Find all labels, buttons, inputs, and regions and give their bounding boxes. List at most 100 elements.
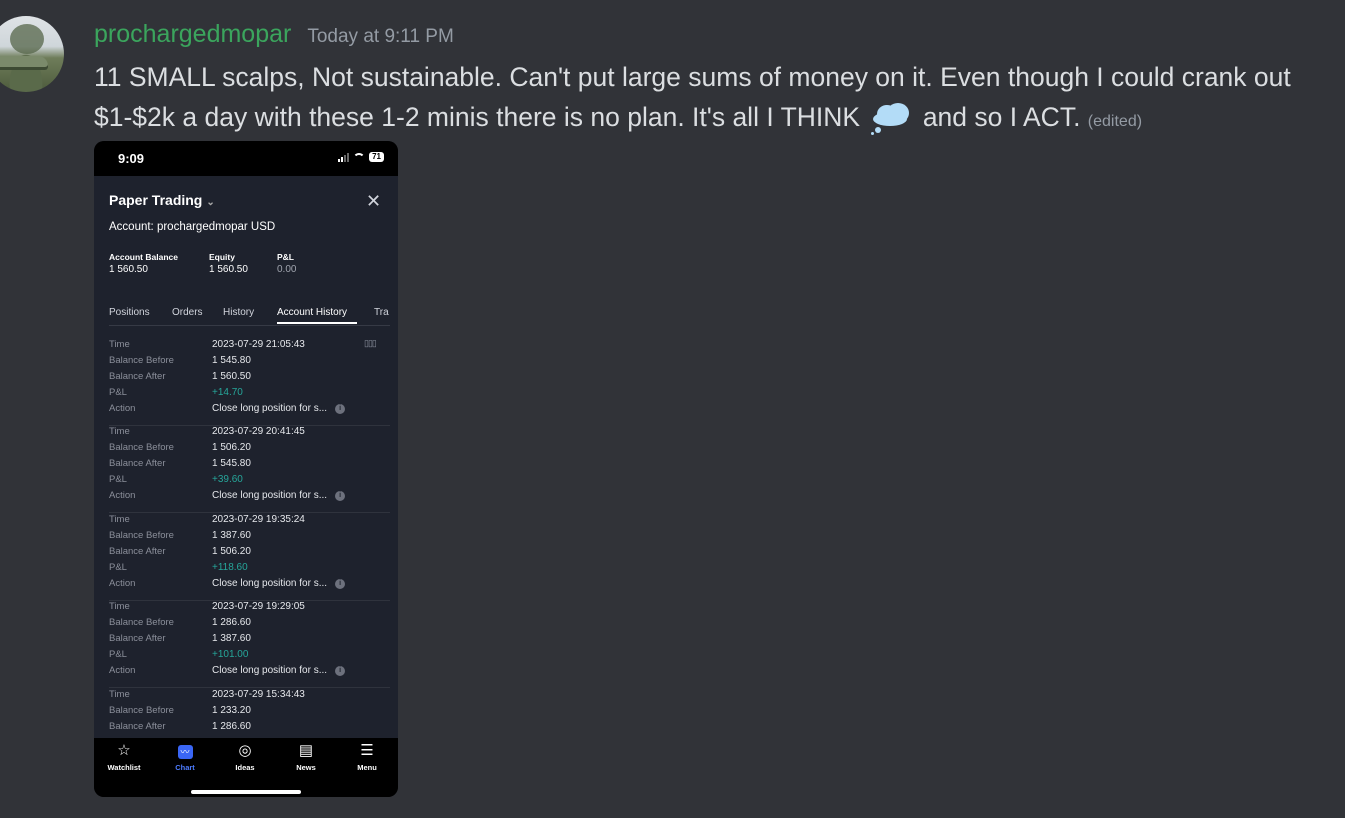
action-label: Action	[109, 403, 136, 414]
record-action: Close long position for s...	[212, 578, 328, 589]
record-time: 2023-07-29 19:29:05	[212, 601, 305, 612]
history-record: Time 2023-07-29 21:05:43 Balance Before 1 …	[109, 339, 390, 426]
time-label: Time	[109, 426, 130, 437]
record-action: Close long position for s...	[212, 665, 328, 676]
battery-icon: 71	[369, 152, 384, 162]
nav-ideas[interactable]: ◎ Ideas	[220, 742, 270, 772]
pnl-label: P&L	[109, 562, 127, 573]
message-header: prochargedmopar Today at 9:11 PM	[94, 20, 454, 52]
star-icon: ☆	[117, 742, 131, 759]
stat-equity: Equity 1 560.50	[209, 252, 248, 275]
timestamp[interactable]: Today at 9:11 PM	[307, 26, 453, 48]
tab-positions[interactable]: Positions	[109, 307, 150, 318]
info-icon[interactable]: i	[335, 666, 346, 676]
action-label: Action	[109, 578, 136, 589]
active-tab-indicator	[277, 322, 357, 324]
avatar[interactable]	[0, 16, 64, 92]
record-time: 2023-07-29 19:35:24	[212, 514, 305, 525]
nav-watchlist[interactable]: ☆ Watchlist	[99, 742, 149, 772]
signal-icon	[338, 152, 350, 162]
status-time: 9:09	[118, 151, 145, 166]
paper-trading-panel: Paper Trading ⌄ ✕ Account: prochargedmopa…	[94, 176, 398, 738]
nav-news[interactable]: ▤ News	[281, 742, 331, 772]
pnl-label: P&L	[109, 474, 127, 485]
nav-label: Ideas	[235, 763, 255, 772]
username[interactable]: prochargedmopar	[94, 20, 291, 49]
chart-icon: 〰	[177, 745, 193, 759]
record-action: Close long position for s...	[212, 403, 328, 414]
time-label: Time	[109, 339, 130, 350]
record-balance-before: 1 233.20	[212, 705, 251, 716]
edited-label: (edited)	[1087, 113, 1143, 130]
panel-title[interactable]: Paper Trading ⌄	[109, 192, 215, 208]
time-label: Time	[109, 601, 130, 612]
account-label: Account: prochargedmopar USD	[109, 221, 276, 233]
nav-chart[interactable]: 〰 Chart	[160, 742, 210, 772]
stat-value: 0.00	[277, 264, 297, 275]
info-icon[interactable]: i	[335, 404, 346, 414]
wifi-icon	[353, 152, 366, 162]
record-divider	[109, 512, 390, 513]
history-record: Time 2023-07-29 20:41:45 Balance Before 1 …	[109, 426, 390, 513]
record-balance-before: 1 506.20	[212, 442, 251, 453]
news-icon: ▤	[298, 742, 314, 759]
chevron-down-icon: ⌄	[206, 197, 215, 208]
tab-history[interactable]: History	[223, 307, 254, 318]
stat-label: Equity	[209, 252, 235, 262]
record-balance-after: 1 560.50	[212, 371, 251, 382]
record-balance-after: 1 286.60	[212, 721, 251, 732]
close-icon[interactable]: ✕	[366, 192, 381, 210]
balance-after-label: Balance After	[109, 546, 166, 557]
record-balance-after: 1 506.20	[212, 546, 251, 557]
history-record: Time 2023-07-29 19:35:24 Balance Before 1 …	[109, 514, 390, 601]
action-label: Action	[109, 490, 136, 501]
tab-account-history[interactable]: Account History	[277, 307, 347, 318]
balance-after-label: Balance After	[109, 633, 166, 644]
record-pnl: +101.00	[212, 649, 249, 660]
time-label: Time	[109, 514, 130, 525]
stat-pnl: P&L 0.00	[277, 252, 296, 275]
panel-title-text: Paper Trading	[109, 192, 203, 208]
menu-icon: ☰	[360, 742, 374, 759]
tab-orders[interactable]: Orders	[172, 307, 203, 318]
record-time: 2023-07-29 21:05:43	[212, 339, 305, 350]
bottom-nav: ☆ Watchlist 〰 Chart ◎ Ideas ▤ News ☰ Men…	[94, 738, 398, 797]
tab-trade[interactable]: Tra	[374, 307, 389, 318]
info-icon[interactable]: i	[335, 579, 346, 589]
lightbulb-icon: ◎	[238, 742, 252, 759]
balance-before-label: Balance Before	[109, 530, 174, 541]
status-bar: 9:09 71	[94, 141, 398, 176]
pnl-label: P&L	[109, 649, 127, 660]
screenshot-attachment[interactable]: 9:09 71 Paper Trading ⌄ ✕ Account: procha…	[94, 141, 398, 797]
action-label: Action	[109, 665, 136, 676]
record-pnl: +118.60	[212, 562, 248, 573]
thought-balloon-icon[interactable]	[871, 102, 911, 135]
stat-label: Account Balance	[109, 252, 178, 262]
record-balance-before: 1 545.80	[212, 355, 251, 366]
nav-menu[interactable]: ☰ Menu	[342, 742, 392, 772]
stat-account-balance: Account Balance 1 560.50	[109, 252, 178, 275]
balance-before-label: Balance Before	[109, 705, 174, 716]
balance-before-label: Balance Before	[109, 617, 174, 628]
stat-value: 1 560.50	[209, 264, 248, 275]
balance-before-label: Balance Before	[109, 355, 174, 366]
home-indicator	[191, 790, 301, 794]
record-time: 2023-07-29 20:41:45	[212, 426, 305, 437]
record-balance-before: 1 286.60	[212, 617, 251, 628]
stat-label: P&L	[277, 252, 294, 262]
nav-label: News	[296, 763, 316, 772]
record-action: Close long position for s...	[212, 490, 328, 501]
record-pnl: +14.70	[212, 387, 243, 398]
record-time: 2023-07-29 15:34:43	[212, 689, 305, 700]
message-text-end: and so I ACT.	[915, 102, 1088, 132]
record-balance-before: 1 387.60	[212, 530, 251, 541]
nav-label: Watchlist	[107, 763, 141, 772]
record-balance-after: 1 545.80	[212, 458, 251, 469]
tab-divider	[109, 325, 390, 326]
tab-bar: Positions Orders History Account History…	[109, 307, 398, 327]
avatar-tree	[10, 24, 44, 54]
record-divider	[109, 687, 390, 688]
history-record: Time 2023-07-29 19:29:05 Balance Before 1 …	[109, 601, 390, 688]
info-icon[interactable]: i	[335, 491, 346, 501]
history-record: Time 2023-07-29 15:34:43 Balance Before 1 …	[109, 689, 390, 738]
